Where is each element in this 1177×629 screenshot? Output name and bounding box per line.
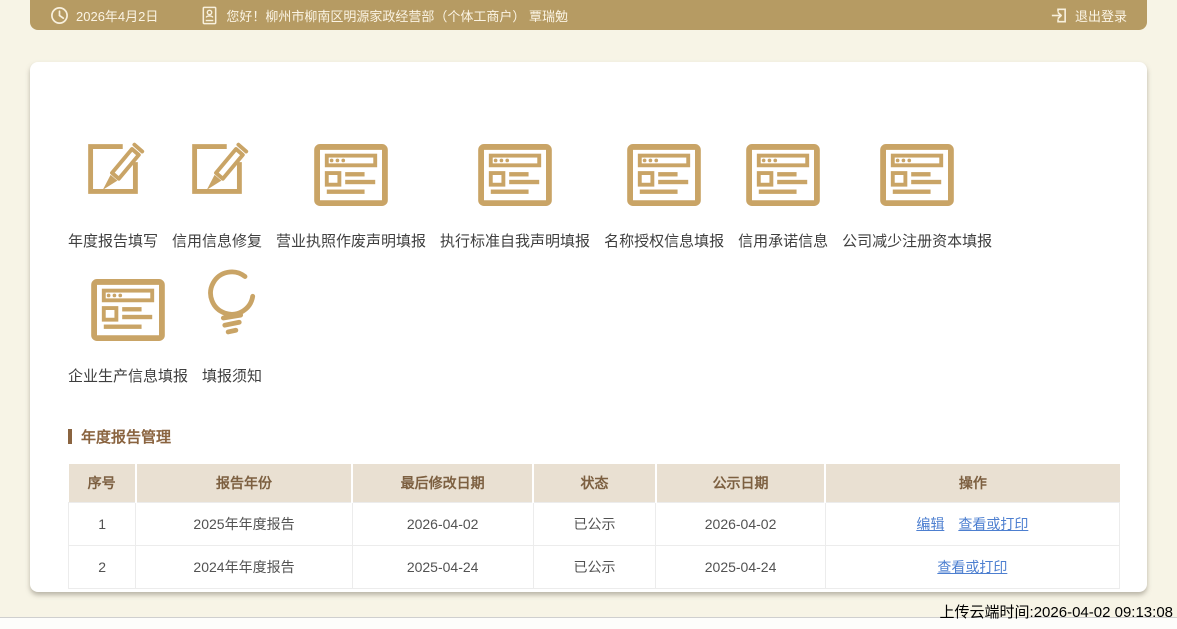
topbar: 2026年4月2日 您好！柳州市柳南区明源家政经营部（个体工商户） 覃瑞勉 退出…: [30, 0, 1147, 30]
shortcut-grid: 年度报告填写 信用信息修复 营业执照作废声明填报 执行标准自我声明填报 名称授权信息填报…: [68, 130, 1119, 386]
table-row: 2 2024年年度报告 2025-04-24 已公示 2025-04-24 查看或打印: [67, 545, 1121, 589]
shortcut-label: 填报须知: [202, 368, 263, 385]
column-header: 报告年份: [135, 464, 354, 503]
table-cell: 2026-04-02: [655, 502, 826, 546]
shortcut-label: 信用信息修复: [172, 233, 263, 250]
column-header: 操作: [825, 464, 1120, 503]
form-icon: [91, 265, 165, 341]
table-cell: 1: [67, 502, 137, 546]
shortcut-label: 年度报告填写: [68, 233, 159, 250]
shortcut-item[interactable]: 信用信息修复: [172, 130, 262, 251]
clock-icon: [50, 6, 69, 25]
logout-label: 退出登录: [1074, 8, 1127, 24]
column-header: 公示日期: [655, 464, 827, 503]
main-card: 年度报告填写 信用信息修复 营业执照作废声明填报 执行标准自我声明填报 名称授权信息填报…: [30, 62, 1147, 592]
table-cell: 已公示: [532, 545, 657, 589]
user-greeting: 您好！柳州市柳南区明源家政经营部（个体工商户） 覃瑞勉: [226, 8, 569, 24]
title-bar-marker: [68, 429, 72, 444]
current-date: 2026年4月2日: [76, 8, 159, 24]
edit-link[interactable]: 编辑: [916, 516, 944, 532]
shortcut-row: 年度报告填写 信用信息修复 营业执照作废声明填报 执行标准自我声明填报 名称授权信息填报…: [68, 130, 1119, 251]
actions-cell: 编辑 查看或打印: [824, 502, 1121, 546]
form-icon: [746, 130, 820, 206]
table-header-row: 序号 报告年份 最后修改日期 状态 公示日期 操作: [68, 464, 1120, 503]
shortcut-item[interactable]: 企业生产信息填报: [68, 265, 188, 386]
table-row: 1 2025年年度报告 2026-04-02 已公示 2026-04-02 编辑 查看或打印: [67, 502, 1121, 546]
user-badge-icon: [200, 6, 219, 25]
annual-report-table: 序号 报告年份 最后修改日期 状态 公示日期 操作 1 2025年年度报告 2026-04-0…: [67, 464, 1121, 589]
upload-time-caption: 上传云端时间:2026-04-02 09:13:08: [939, 604, 1173, 621]
logout-icon: [1049, 6, 1068, 25]
form-icon: [478, 130, 552, 206]
shortcut-label: 营业执照作废声明填报: [276, 233, 427, 250]
bulb-icon: [206, 265, 258, 341]
table-cell: 2026-04-02: [351, 502, 534, 546]
table-cell: 2: [67, 545, 137, 589]
table-cell: 2025-04-24: [655, 545, 826, 589]
report-section-title: 年度报告管理: [68, 426, 1119, 447]
column-header: 状态: [533, 464, 657, 503]
user-group: 您好！柳州市柳南区明源家政经营部（个体工商户） 覃瑞勉: [200, 6, 568, 25]
shortcut-item[interactable]: 公司减少注册资本填报: [842, 130, 992, 251]
view-or-print-link[interactable]: 查看或打印: [937, 559, 1007, 575]
form-icon: [314, 130, 388, 206]
form-icon: [627, 130, 701, 206]
shortcut-label: 名称授权信息填报: [604, 233, 725, 250]
shortcut-item[interactable]: 执行标准自我声明填报: [440, 130, 590, 251]
form-icon: [880, 130, 954, 206]
shortcut-item[interactable]: 营业执照作废声明填报: [276, 130, 426, 251]
shortcut-item[interactable]: 年度报告填写: [68, 130, 158, 251]
table-cell: 2025年年度报告: [135, 502, 353, 546]
shortcut-item[interactable]: 填报须知: [202, 265, 262, 386]
table-cell: 2025-04-24: [351, 545, 534, 589]
shortcut-label: 企业生产信息填报: [68, 368, 189, 385]
table-cell: 已公示: [532, 502, 657, 546]
shortcut-label: 信用承诺信息: [738, 233, 829, 250]
shortcut-row: 企业生产信息填报 填报须知: [68, 265, 1119, 386]
shortcut-item[interactable]: 信用承诺信息: [738, 130, 828, 251]
column-header: 序号: [68, 464, 137, 503]
edit-icon: [180, 130, 254, 206]
shortcut-item[interactable]: 名称授权信息填报: [604, 130, 724, 251]
shortcut-label: 执行标准自我声明填报: [440, 233, 591, 250]
logout-button[interactable]: 退出登录: [1049, 6, 1127, 25]
date-group: 2026年4月2日: [50, 6, 158, 25]
shortcut-label: 公司减少注册资本填报: [842, 233, 993, 250]
actions-cell: 查看或打印: [824, 545, 1121, 589]
view-or-print-link[interactable]: 查看或打印: [958, 516, 1028, 532]
column-header: 最后修改日期: [352, 464, 535, 503]
section-title-text: 年度报告管理: [81, 429, 172, 446]
table-cell: 2024年年度报告: [135, 545, 353, 589]
edit-icon: [76, 130, 150, 206]
